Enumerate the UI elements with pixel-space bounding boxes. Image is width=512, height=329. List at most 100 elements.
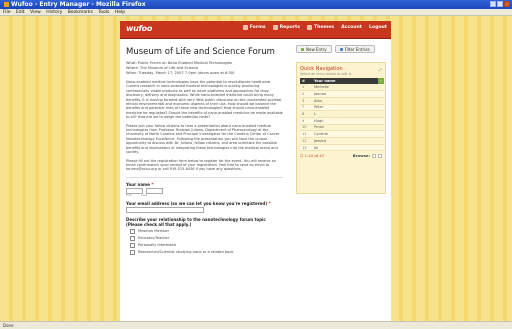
status-text: Done — [3, 323, 14, 328]
option-row[interactable]: Educator/Teacher — [130, 235, 283, 241]
entry-row[interactable]: 8L — [300, 110, 384, 118]
themes-icon — [306, 25, 312, 30]
checkbox[interactable] — [130, 249, 135, 255]
registration-paragraph: Please fill out the registration form be… — [126, 158, 276, 172]
entry-row[interactable]: 12 Jessica — [300, 137, 384, 145]
quick-nav-subtitle: Select an entry below to edit it. — [300, 72, 352, 76]
entry-count: ☐ 1-10 of 47 — [300, 153, 325, 159]
maximize-icon[interactable] — [497, 1, 503, 7]
entry-name: Peter — [312, 104, 384, 112]
entry-name: Joanna — [312, 90, 384, 98]
nav-forms-label: Forms — [249, 25, 266, 30]
plus-icon — [301, 47, 304, 51]
entry-name: Jill — [312, 144, 384, 152]
presentation-paragraph: Please join your fellow citizens to hear… — [126, 123, 280, 155]
status-bar: Done — [0, 321, 512, 329]
nav-forms[interactable]: Forms — [242, 25, 266, 30]
filter-entries-label: Filter Entries — [344, 46, 370, 52]
entry-row[interactable]: 7 Peter — [300, 104, 384, 112]
entry-row[interactable]: 10 Pman — [300, 124, 384, 132]
entry-row[interactable]: 1 Michelle — [300, 84, 384, 92]
nav-account[interactable]: Account — [341, 25, 362, 30]
nav-themes[interactable]: Themes — [306, 25, 335, 30]
entry-number: 8 — [300, 110, 312, 118]
entry-name: Jessica — [312, 137, 384, 145]
forms-icon — [242, 25, 248, 30]
nav-logout[interactable]: Logout — [369, 25, 387, 30]
reports-icon — [272, 25, 278, 30]
nav-account-label: Account — [341, 25, 362, 30]
email-input[interactable] — [126, 206, 204, 213]
name-label: Your name * — [126, 181, 154, 187]
wufoo-logo[interactable]: wufoo — [126, 24, 152, 33]
option-label: Educator/Teacher — [138, 235, 170, 240]
name-label-text: Your name — [126, 181, 150, 187]
new-entry-button[interactable]: New Entry — [296, 45, 332, 53]
nav-logout-label: Logout — [369, 25, 387, 30]
email-label-text: Your email address (so we can let you kn… — [126, 200, 268, 206]
prev-page-icon[interactable] — [372, 153, 376, 158]
entries-table: # Your name › 1 Michelle 2 Joanna 3 Alan 7 Pete… — [300, 78, 384, 152]
menu-help[interactable]: Help — [115, 10, 125, 15]
entry-name: Alan — [312, 97, 384, 105]
menu-edit[interactable]: Edit — [16, 10, 25, 15]
entry-name: L — [312, 110, 384, 118]
wufoo-header: wufoo Forms Reports Themes Account Logou… — [120, 21, 391, 39]
entry-number: 13 — [300, 144, 312, 152]
menu-bookmarks[interactable]: Bookmarks — [68, 10, 93, 15]
option-label: Researcher/Scientist studying nano or a … — [138, 249, 234, 254]
name-sublabels: First Last — [126, 194, 286, 197]
quick-navigation: Quick Navigation Select an entry below t… — [296, 62, 386, 194]
new-entry-label: New Entry — [306, 46, 327, 52]
option-label: Museum Member — [138, 228, 170, 233]
header-nav: Forms Reports Themes Account Logout — [242, 25, 387, 30]
window-controls — [490, 1, 510, 7]
close-icon[interactable] — [504, 1, 510, 7]
option-row[interactable]: Researcher/Scientist studying nano or a … — [130, 249, 283, 255]
menu-file[interactable]: File — [3, 10, 11, 15]
nav-themes-label: Themes — [313, 25, 335, 30]
filter-icon — [339, 47, 343, 51]
event-when: When: Tuesday, March 17, 2007 7-9pm (doo… — [126, 71, 235, 75]
entry-number: 3 — [300, 97, 312, 105]
option-row[interactable]: Museum Member — [130, 228, 283, 234]
nav-reports-label: Reports — [279, 25, 300, 30]
checkbox[interactable] — [130, 235, 135, 241]
menu-history[interactable]: History — [46, 10, 62, 15]
entry-number: 11 — [300, 130, 312, 138]
firefox-icon — [4, 2, 9, 7]
entry-number: 9 — [300, 117, 312, 125]
menu-tools[interactable]: Tools — [98, 10, 109, 15]
expand-icon[interactable]: ⤢ — [379, 67, 382, 72]
entry-row[interactable]: 11 Cynthia — [300, 130, 384, 138]
intro-paragraph: Nano-enabled medical technologies have t… — [126, 80, 283, 120]
option-row[interactable]: Personally Interested — [130, 242, 283, 248]
entry-number: 7 — [300, 104, 312, 112]
window-title: Wufoo - Entry Manager - Mozilla Firefox — [11, 1, 146, 8]
entry-name: Michelle — [312, 84, 384, 92]
quick-nav-footer: ☐ 1-10 of 47 Browse: — [300, 153, 382, 158]
option-label: Personally Interested — [138, 242, 176, 247]
filter-entries-button[interactable]: Filter Entries — [334, 45, 375, 53]
nav-reports[interactable]: Reports — [272, 25, 300, 30]
entry-number: 1 — [300, 84, 312, 92]
entry-actions: New Entry Filter Entries — [296, 45, 375, 53]
entry-row[interactable]: 13 Jill — [300, 144, 384, 152]
browse-controls: Browse: — [353, 153, 382, 158]
entry-row[interactable]: 3 Alan — [300, 97, 384, 105]
last-sublabel: Last — [141, 193, 147, 197]
last-name-input[interactable] — [146, 187, 163, 194]
checkbox[interactable] — [130, 228, 135, 234]
entry-name: Hugh — [312, 117, 384, 125]
entry-row[interactable]: 2 Joanna — [300, 90, 384, 98]
next-page-icon[interactable] — [378, 153, 382, 158]
entry-form: Museum of Life and Science Forum What: P… — [123, 42, 286, 321]
entry-count-text: 1-10 of 47 — [304, 153, 325, 159]
relationship-label: Describe your relationship to the nanote… — [126, 216, 266, 227]
menu-view[interactable]: View — [30, 10, 41, 15]
entry-number: 10 — [300, 124, 312, 132]
entry-row[interactable]: 9 Hugh — [300, 117, 384, 125]
minimize-icon[interactable] — [490, 1, 496, 7]
checkbox[interactable] — [130, 242, 135, 248]
entry-number: 12 — [300, 137, 312, 145]
